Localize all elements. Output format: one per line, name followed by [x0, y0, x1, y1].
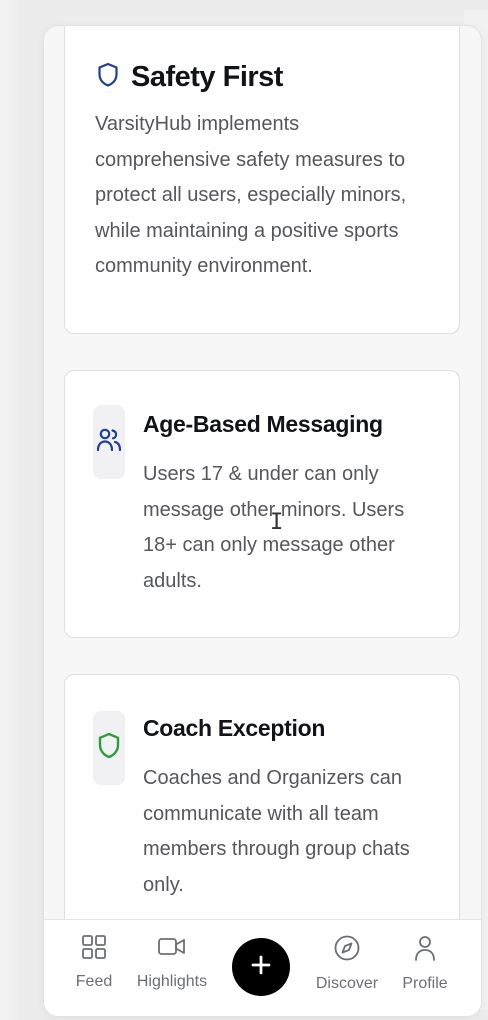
shield-check-icon — [97, 732, 121, 765]
app-window: Safety First VarsityHub implements compr… — [44, 26, 481, 1016]
app-stage: Safety First VarsityHub implements compr… — [0, 0, 488, 1020]
tab-discover[interactable]: Discover — [312, 934, 382, 993]
shield-icon — [97, 62, 119, 93]
safety-first-card: Safety First VarsityHub implements compr… — [64, 26, 460, 334]
safety-description: VarsityHub implements comprehensive safe… — [95, 113, 407, 277]
scroll-content[interactable]: Safety First VarsityHub implements compr… — [44, 26, 481, 920]
tab-feed[interactable]: Feed — [66, 934, 122, 991]
create-post-button[interactable] — [232, 938, 290, 996]
tab-label-discover: Discover — [315, 975, 379, 992]
safety-title-row: Safety First — [97, 61, 283, 94]
tab-label-profile: Profile — [402, 975, 448, 992]
compass-icon — [333, 934, 361, 967]
user-icon — [412, 934, 438, 967]
feature-title: Age-Based Messaging — [143, 411, 383, 437]
safety-title: Safety First — [131, 61, 283, 93]
feature-description: Coaches and Organizers can communicate w… — [143, 767, 410, 896]
tab-label-highlights: Highlights — [136, 973, 208, 990]
tab-profile[interactable]: Profile — [394, 934, 456, 993]
tab-label-feed: Feed — [75, 973, 113, 990]
users-icon-tile — [93, 405, 125, 479]
feature-description: Users 17 & under can only message other … — [143, 463, 405, 592]
plus-icon — [250, 954, 272, 981]
tab-highlights[interactable]: Highlights — [132, 934, 212, 991]
video-icon — [157, 934, 187, 965]
bottom-tab-bar: Feed Highlights Discover Profile — [44, 919, 481, 1016]
background-edge-left — [0, 0, 20, 1020]
feature-card-coach-exception: Coach Exception Coaches and Organizers c… — [64, 674, 460, 920]
users-icon — [95, 425, 123, 460]
feature-card-age-messaging: Age-Based Messaging Users 17 & under can… — [64, 370, 460, 638]
feature-title: Coach Exception — [143, 715, 326, 741]
text-cursor-icon: I — [270, 510, 284, 535]
grid-icon — [81, 934, 107, 965]
shield-check-icon-tile — [93, 711, 125, 785]
